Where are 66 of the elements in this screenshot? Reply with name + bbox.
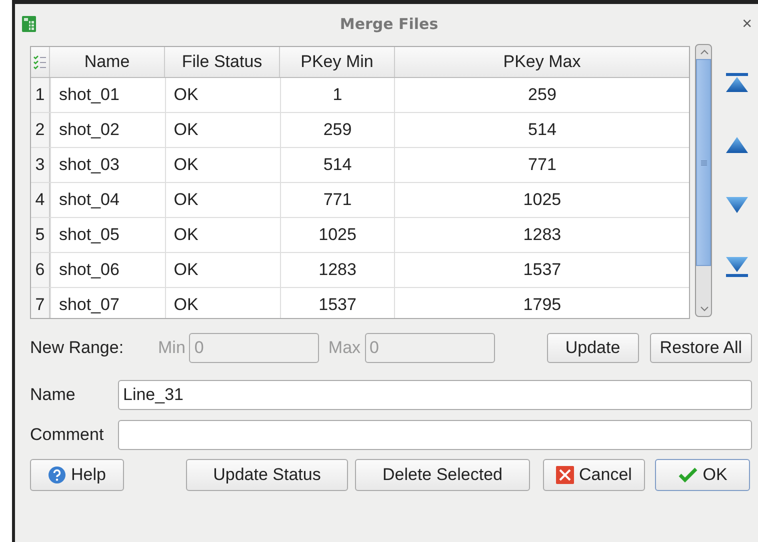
row-number: 2 bbox=[31, 113, 50, 147]
row-number: 4 bbox=[31, 183, 50, 217]
table-cell: OK bbox=[164, 253, 280, 287]
table-cell: shot_05 bbox=[50, 218, 165, 252]
name-field[interactable]: Line_31 bbox=[118, 380, 752, 410]
range-button[interactable]: Update bbox=[546, 333, 639, 363]
table-cell: 1283 bbox=[394, 218, 689, 252]
column-header[interactable]: PKey Max bbox=[394, 47, 689, 77]
row-number: 5 bbox=[31, 218, 50, 252]
comment-label: Comment bbox=[30, 425, 105, 445]
table-cell: 1025 bbox=[394, 183, 689, 217]
new-range-label: New Range: bbox=[30, 338, 125, 358]
table-cell: 1283 bbox=[280, 253, 394, 287]
min-label: Min bbox=[158, 338, 186, 358]
table-cell: 771 bbox=[394, 148, 689, 182]
comment-field[interactable] bbox=[118, 420, 752, 450]
table-cell: OK bbox=[164, 218, 280, 252]
table-cell: 1 bbox=[280, 78, 394, 112]
checklist-icon[interactable] bbox=[33, 54, 47, 70]
ok-button[interactable]: OK bbox=[655, 459, 750, 491]
table-cell: 259 bbox=[394, 78, 689, 112]
table-cell: OK bbox=[164, 288, 280, 318]
row-number: 6 bbox=[31, 253, 50, 287]
table-cell: 1795 bbox=[394, 288, 689, 318]
table-cell: 1025 bbox=[280, 218, 394, 252]
row-number: 1 bbox=[31, 78, 50, 112]
table-cell: shot_04 bbox=[50, 183, 165, 217]
table-cell: 259 bbox=[280, 113, 394, 147]
max-label: Max bbox=[328, 338, 361, 358]
scrollbar[interactable] bbox=[695, 44, 712, 317]
action-button[interactable]: Update Status bbox=[186, 459, 348, 491]
grip-icon[interactable] bbox=[700, 158, 708, 166]
table-cell: 1537 bbox=[394, 253, 689, 287]
row-number: 3 bbox=[31, 148, 50, 182]
window-title: Merge Files bbox=[338, 15, 440, 33]
table-cell: shot_06 bbox=[50, 253, 165, 287]
table-cell: shot_03 bbox=[50, 148, 165, 182]
table-cell: shot_01 bbox=[50, 78, 165, 112]
name-label: Name bbox=[30, 385, 76, 405]
move-bottom-icon[interactable] bbox=[725, 256, 749, 278]
table-cell: OK bbox=[164, 78, 280, 112]
checkmark-icon bbox=[678, 467, 698, 483]
action-button[interactable]: Delete Selected bbox=[355, 459, 530, 491]
column-header[interactable]: File Status bbox=[164, 47, 279, 77]
move-top-icon[interactable] bbox=[725, 72, 749, 94]
table-cell: shot_02 bbox=[50, 113, 165, 147]
table-cell: shot_07 bbox=[50, 288, 165, 318]
range-button[interactable]: Restore All bbox=[650, 333, 752, 363]
move-down-icon[interactable] bbox=[725, 196, 749, 214]
cancel-button[interactable]: Cancel bbox=[543, 459, 645, 491]
row-number: 7 bbox=[31, 288, 50, 318]
close-button[interactable]: × bbox=[742, 14, 752, 34]
help-icon bbox=[48, 466, 66, 484]
spreadsheet-icon bbox=[22, 16, 36, 32]
cancel-icon bbox=[556, 466, 574, 484]
move-up-icon[interactable] bbox=[725, 136, 749, 154]
column-header[interactable]: PKey Min bbox=[279, 47, 394, 77]
table-cell: 771 bbox=[280, 183, 394, 217]
table-cell: OK bbox=[164, 183, 280, 217]
help-button[interactable]: Help bbox=[30, 459, 124, 491]
table-cell: 1537 bbox=[280, 288, 394, 318]
column-header[interactable]: Name bbox=[49, 47, 164, 77]
table-cell: 514 bbox=[394, 113, 689, 147]
table-cell: 514 bbox=[280, 148, 394, 182]
table-cell: OK bbox=[164, 148, 280, 182]
table-cell: OK bbox=[164, 113, 280, 147]
